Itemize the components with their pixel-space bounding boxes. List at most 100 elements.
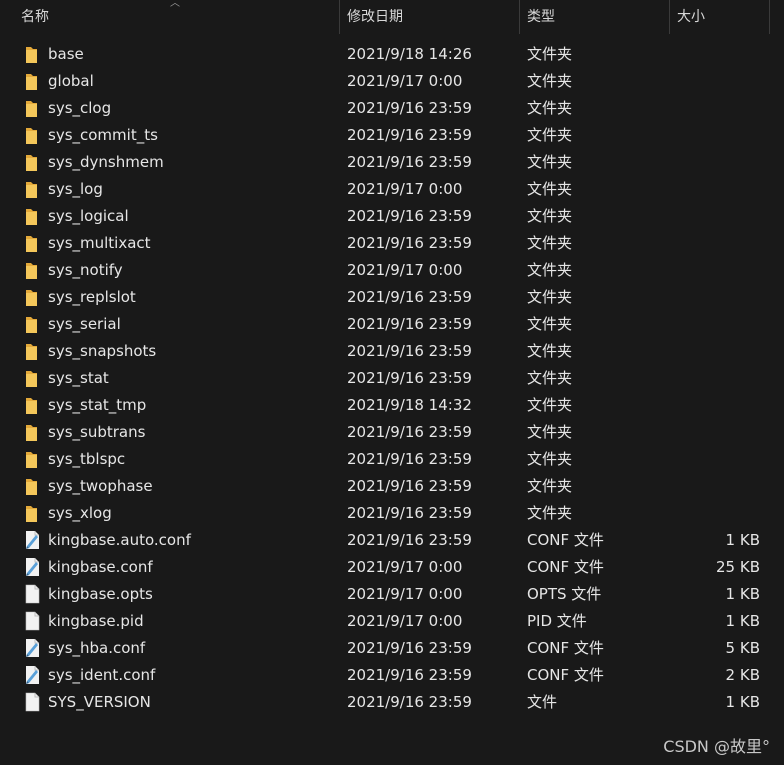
file-size: 1 KB	[725, 585, 760, 603]
conf-file-icon	[23, 557, 41, 577]
column-divider[interactable]	[339, 0, 340, 34]
file-row[interactable]: sys_xlog 2021/9/16 23:59 文件夹	[0, 500, 784, 527]
folder-icon	[23, 341, 41, 361]
file-name[interactable]: sys_serial	[48, 311, 121, 338]
file-row[interactable]: sys_dynshmem 2021/9/16 23:59 文件夹	[0, 149, 784, 176]
file-modified: 2021/9/17 0:00	[347, 558, 463, 576]
file-name[interactable]: sys_ident.conf	[48, 662, 155, 689]
file-name[interactable]: sys_xlog	[48, 500, 112, 527]
file-name[interactable]: sys_log	[48, 176, 103, 203]
file-row[interactable]: sys_twophase 2021/9/16 23:59 文件夹	[0, 473, 784, 500]
folder-icon	[23, 125, 41, 145]
sort-up-chevron-icon: ︿	[170, 0, 180, 9]
file-size: 5 KB	[725, 639, 760, 657]
file-name[interactable]: sys_subtrans	[48, 419, 145, 446]
file-name[interactable]: sys_tblspc	[48, 446, 125, 473]
file-type: 文件夹	[527, 180, 573, 198]
file-modified: 2021/9/16 23:59	[347, 288, 472, 306]
file-row[interactable]: global 2021/9/17 0:00 文件夹	[0, 68, 784, 95]
file-name[interactable]: sys_hba.conf	[48, 635, 145, 662]
file-type: CONF 文件	[527, 666, 604, 684]
file-row[interactable]: sys_multixact 2021/9/16 23:59 文件夹	[0, 230, 784, 257]
column-divider[interactable]	[769, 0, 770, 34]
file-type: 文件夹	[527, 288, 573, 306]
file-name[interactable]: sys_notify	[48, 257, 123, 284]
file-row[interactable]: kingbase.auto.conf 2021/9/16 23:59 CONF 文件…	[0, 527, 784, 554]
file-row[interactable]: sys_serial 2021/9/16 23:59 文件夹	[0, 311, 784, 338]
folder-icon	[23, 44, 41, 64]
file-icon	[23, 584, 41, 604]
file-row[interactable]: kingbase.opts 2021/9/17 0:00 OPTS 文件 1 KB	[0, 581, 784, 608]
file-modified: 2021/9/16 23:59	[347, 666, 472, 684]
folder-icon	[23, 152, 41, 172]
file-modified: 2021/9/16 23:59	[347, 153, 472, 171]
file-type: 文件夹	[527, 504, 573, 522]
file-type: 文件夹	[527, 234, 573, 252]
file-modified: 2021/9/16 23:59	[347, 531, 472, 549]
column-header-name[interactable]: 名称	[21, 0, 49, 34]
file-type: PID 文件	[527, 612, 587, 630]
file-row[interactable]: base 2021/9/18 14:26 文件夹	[0, 41, 784, 68]
folder-icon	[23, 233, 41, 253]
file-name[interactable]: sys_logical	[48, 203, 129, 230]
file-modified: 2021/9/16 23:59	[347, 99, 472, 117]
file-name[interactable]: sys_twophase	[48, 473, 153, 500]
column-divider[interactable]	[669, 0, 670, 34]
file-modified: 2021/9/16 23:59	[347, 342, 472, 360]
folder-icon	[23, 206, 41, 226]
column-header-type[interactable]: 类型	[527, 0, 555, 34]
file-name[interactable]: sys_clog	[48, 95, 111, 122]
file-type: 文件夹	[527, 477, 573, 495]
file-type: 文件夹	[527, 423, 573, 441]
file-row[interactable]: sys_ident.conf 2021/9/16 23:59 CONF 文件 2 KB	[0, 662, 784, 689]
column-divider[interactable]	[519, 0, 520, 34]
file-type: 文件夹	[527, 369, 573, 387]
file-row[interactable]: sys_notify 2021/9/17 0:00 文件夹	[0, 257, 784, 284]
file-row[interactable]: kingbase.conf 2021/9/17 0:00 CONF 文件 25 KB	[0, 554, 784, 581]
file-name[interactable]: sys_snapshots	[48, 338, 156, 365]
file-type: 文件夹	[527, 72, 573, 90]
file-type: 文件夹	[527, 153, 573, 171]
file-name[interactable]: sys_stat	[48, 365, 109, 392]
file-name[interactable]: sys_replslot	[48, 284, 136, 311]
file-name[interactable]: sys_commit_ts	[48, 122, 158, 149]
file-name[interactable]: sys_stat_tmp	[48, 392, 146, 419]
file-name[interactable]: base	[48, 41, 84, 68]
file-row[interactable]: SYS_VERSION 2021/9/16 23:59 文件 1 KB	[0, 689, 784, 716]
file-row[interactable]: sys_commit_ts 2021/9/16 23:59 文件夹	[0, 122, 784, 149]
file-row[interactable]: sys_logical 2021/9/16 23:59 文件夹	[0, 203, 784, 230]
file-name[interactable]: kingbase.auto.conf	[48, 527, 191, 554]
column-header-size[interactable]: 大小	[677, 0, 705, 34]
file-size: 1 KB	[725, 531, 760, 549]
file-row[interactable]: sys_snapshots 2021/9/16 23:59 文件夹	[0, 338, 784, 365]
file-row[interactable]: sys_subtrans 2021/9/16 23:59 文件夹	[0, 419, 784, 446]
conf-file-icon	[23, 665, 41, 685]
file-name[interactable]: kingbase.opts	[48, 581, 153, 608]
conf-file-icon	[23, 530, 41, 550]
file-row[interactable]: sys_stat_tmp 2021/9/18 14:32 文件夹	[0, 392, 784, 419]
file-name[interactable]: SYS_VERSION	[48, 689, 151, 716]
file-row[interactable]: sys_hba.conf 2021/9/16 23:59 CONF 文件 5 KB	[0, 635, 784, 662]
file-row[interactable]: sys_stat 2021/9/16 23:59 文件夹	[0, 365, 784, 392]
folder-icon	[23, 368, 41, 388]
folder-icon	[23, 314, 41, 334]
folder-icon	[23, 449, 41, 469]
file-row[interactable]: sys_replslot 2021/9/16 23:59 文件夹	[0, 284, 784, 311]
file-row[interactable]: sys_tblspc 2021/9/16 23:59 文件夹	[0, 446, 784, 473]
file-row[interactable]: sys_log 2021/9/17 0:00 文件夹	[0, 176, 784, 203]
file-row[interactable]: kingbase.pid 2021/9/17 0:00 PID 文件 1 KB	[0, 608, 784, 635]
folder-icon	[23, 395, 41, 415]
file-name[interactable]: sys_multixact	[48, 230, 151, 257]
file-type: 文件夹	[527, 45, 573, 63]
file-name[interactable]: sys_dynshmem	[48, 149, 164, 176]
file-name[interactable]: kingbase.conf	[48, 554, 153, 581]
column-header-modified[interactable]: 修改日期	[347, 0, 403, 34]
file-name[interactable]: global	[48, 68, 94, 95]
file-name[interactable]: kingbase.pid	[48, 608, 144, 635]
file-type: CONF 文件	[527, 531, 604, 549]
file-modified: 2021/9/16 23:59	[347, 423, 472, 441]
file-row[interactable]: sys_clog 2021/9/16 23:59 文件夹	[0, 95, 784, 122]
folder-icon	[23, 503, 41, 523]
file-modified: 2021/9/16 23:59	[347, 369, 472, 387]
file-size: 1 KB	[725, 693, 760, 711]
